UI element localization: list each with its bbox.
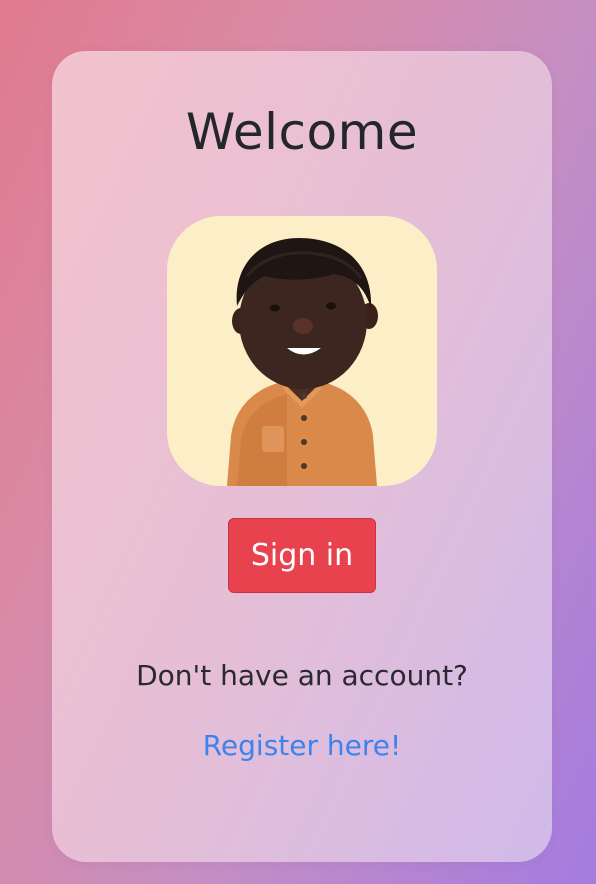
no-account-text: Don't have an account? [136,659,468,692]
sign-in-button[interactable]: Sign in [228,518,376,593]
welcome-card: Welcome Sign in Don't have an account? R… [52,51,552,862]
person-avatar-icon [227,238,378,486]
avatar [167,216,437,486]
register-link[interactable]: Register here! [52,729,552,762]
page-title: Welcome [185,103,419,161]
